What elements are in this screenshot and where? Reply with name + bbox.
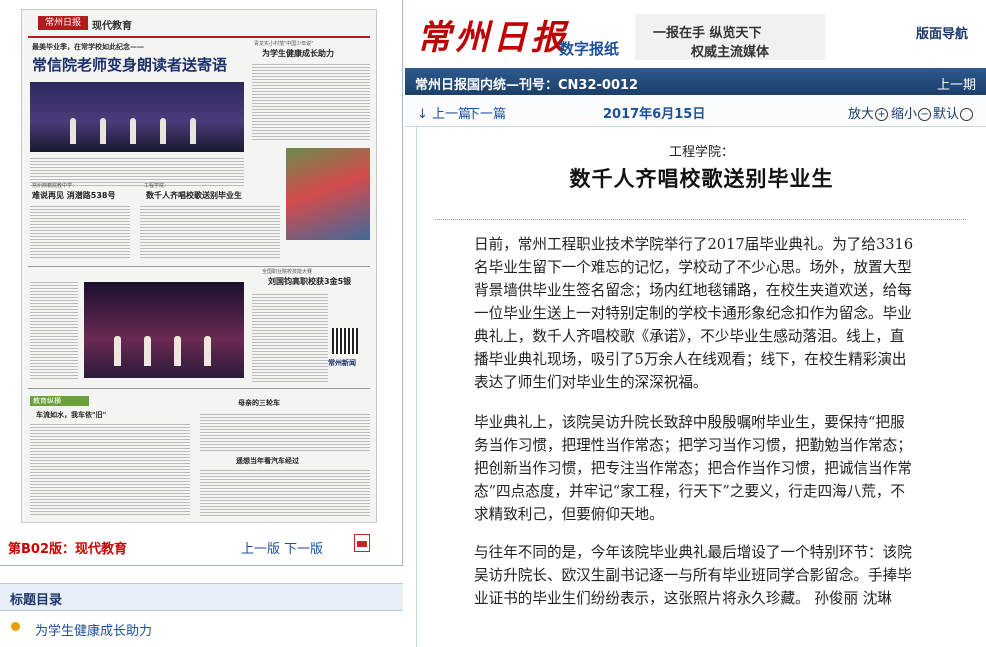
- info-bar: 常州日报国内统—刊号：CN32-0012 上一期: [405, 68, 986, 95]
- np-text-column: [30, 280, 78, 380]
- masthead: 常州日报 数字报纸 一报在手 纵览天下 权威主流媒体 版面导航: [405, 0, 986, 68]
- np-bottom-right-headline: 母亲的三轮车: [238, 399, 280, 407]
- np-right-kicker: 青龙实小村落"中国少年说": [254, 41, 314, 47]
- np-vocational-kicker: 全国职业院校技能大赛: [262, 269, 313, 275]
- prev-issue-link[interactable]: 上一期: [937, 74, 976, 93]
- article-paragraph: 日前，常州工程职业技术学院举行了2017届毕业典礼。为了给3316名毕业生留下一…: [474, 236, 914, 391]
- np-qr-code: [332, 328, 358, 354]
- slogan-line-2: 权威主流媒体: [691, 45, 770, 60]
- reset-circle-icon[interactable]: [960, 108, 974, 121]
- plus-circle-icon[interactable]: +: [875, 108, 889, 121]
- newspaper-header: 常州日报 现代教育: [28, 14, 370, 38]
- title-divider: [435, 219, 966, 220]
- np-main-headline: 常信院老师变身朗读者送寄语: [32, 56, 228, 74]
- next-article-link[interactable]: 下一篇: [467, 103, 506, 122]
- article-paragraph: 毕业典礼上，该院吴访升院长致辞中殷殷嘱咐毕业生，要保持“把服务当作习惯，把理性当…: [474, 414, 912, 523]
- zoom-out-button[interactable]: 缩小 −: [891, 103, 932, 122]
- np-text-column: [200, 412, 370, 452]
- newspaper-page-image[interactable]: 常州日报 现代教育 最美毕业季，在常学校如此纪念—— 常信院老师变身朗读者送寄语…: [22, 10, 376, 522]
- np-vocational-headline: 刘国钧高职校获3金5银: [268, 277, 352, 286]
- np-midleft-headline: 难说再见 消潜路538号: [32, 191, 116, 200]
- newspaper-logo: 常州日报: [38, 16, 88, 30]
- page-footer: 第B02版：现代教育 上一版 下一版: [0, 534, 403, 557]
- np-midright-kicker: 工程学院：: [144, 183, 170, 189]
- np-right-headline: 为学生健康成长助力: [262, 49, 334, 58]
- brand-subtitle: 数字报纸: [559, 40, 620, 58]
- bullet-icon: [11, 622, 20, 631]
- np-text-column: [200, 468, 370, 516]
- np-performance-photo: [84, 282, 244, 378]
- np-stage-photo: [30, 82, 244, 152]
- zoom-reset-label[interactable]: 默认: [933, 107, 959, 122]
- minus-circle-icon[interactable]: −: [918, 108, 932, 121]
- issue-date: 2017年6月15日: [603, 107, 706, 122]
- np-bottom-left-kicker: 教育纵横: [30, 396, 89, 406]
- article-title: 数千人齐唱校歌送别毕业生: [569, 167, 834, 191]
- page-navigation-link[interactable]: 版面导航: [916, 23, 968, 42]
- np-text-column: [30, 422, 190, 516]
- np-bottom-left-headline: 车流如水，我车依"旧": [36, 411, 107, 419]
- brand-logo[interactable]: 常州日报: [417, 10, 569, 59]
- article-paragraph: 与往年不同的是，今年该院毕业典礼最后增设了一个特别环节：该院吴访升院长、欧汉生副…: [474, 544, 912, 607]
- left-panel: 常州日报 现代教育 最美毕业季，在常学校如此纪念—— 常信院老师变身朗读者送寄语…: [0, 0, 405, 647]
- zoom-out-label[interactable]: 缩小: [891, 107, 917, 122]
- pdf-icon[interactable]: [354, 534, 370, 552]
- newspaper-section: 现代教育: [92, 21, 132, 32]
- np-text-column: [252, 62, 370, 142]
- edition-label: 第B02版：现代教育: [8, 542, 127, 557]
- np-midleft-kicker: 常州西籍院教中学：: [32, 183, 78, 189]
- np-divider: [28, 388, 370, 389]
- np-midright-headline: 数千人齐唱校歌送别毕业生: [146, 191, 242, 200]
- publication-number: 常州日报国内统—刊号：CN32-0012: [415, 78, 639, 93]
- np-brand-small: 常州新闻: [328, 359, 356, 367]
- next-page-link[interactable]: 下一版: [284, 538, 323, 557]
- np-divider: [28, 266, 370, 267]
- title-list-header: 标题目录: [0, 583, 403, 611]
- np-main-kicker: 最美毕业季，在常学校如此纪念——: [32, 43, 144, 51]
- slogan-line-1: 一报在手 纵览天下: [653, 26, 762, 41]
- np-text-column: [140, 204, 280, 260]
- page-preview-frame: 常州日报 现代教育 最美毕业季，在常学校如此纪念—— 常信院老师变身朗读者送寄语…: [0, 0, 403, 566]
- zoom-in-label[interactable]: 放大: [848, 107, 874, 122]
- article-body: 工程学院： 数千人齐唱校歌送别毕业生 日前，常州工程职业技术学院举行了2017届…: [416, 127, 986, 647]
- np-students-photo: [286, 148, 370, 240]
- article-pre-title: 工程学院：: [668, 145, 734, 160]
- title-item-link[interactable]: 为学生健康成长助力: [35, 620, 152, 639]
- np-text-column: [252, 292, 328, 382]
- prev-article-link[interactable]: ↓ 上一篇: [417, 103, 471, 122]
- zoom-in-button[interactable]: 放大 +: [848, 103, 889, 122]
- article-toolbar: ↓ 上一篇 下一篇 2017年6月15日 放大 + 缩小 − 默认: [405, 96, 986, 127]
- np-text-column: [30, 204, 130, 260]
- zoom-reset-button[interactable]: 默认: [933, 103, 974, 122]
- right-panel: 常州日报 数字报纸 一报在手 纵览天下 权威主流媒体 版面导航 常州日报国内统—…: [405, 0, 986, 647]
- title-list-item[interactable]: 为学生健康成长助力: [0, 618, 403, 639]
- title-list-label: 标题目录: [10, 593, 63, 608]
- prev-article-label[interactable]: 上一篇: [432, 107, 471, 122]
- prev-page-link[interactable]: 上一版: [241, 538, 280, 557]
- np-bottom-right-headline2: 遥想当年看汽车经过: [236, 457, 299, 465]
